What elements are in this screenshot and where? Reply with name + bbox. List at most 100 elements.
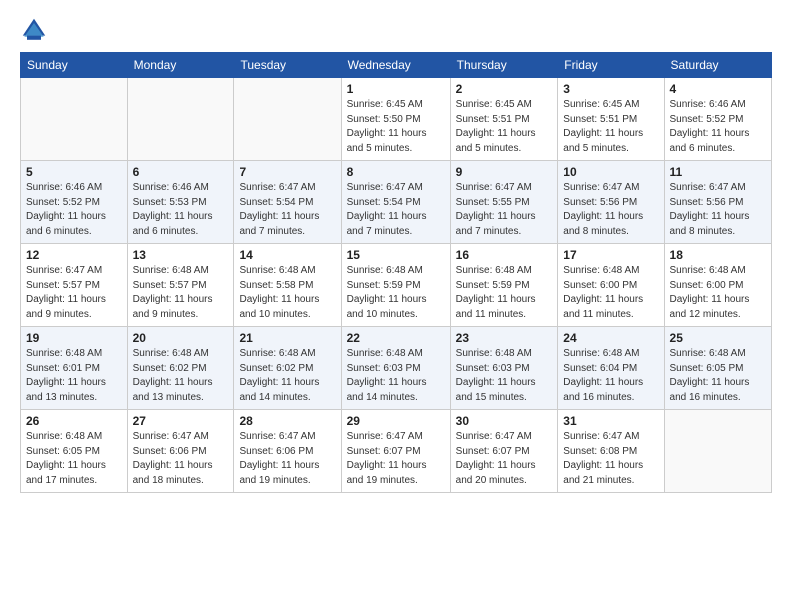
- calendar-cell: 26 Sunrise: 6:48 AM Sunset: 6:05 PM Dayli…: [21, 410, 128, 493]
- day-number: 23: [456, 331, 553, 345]
- day-info: Sunrise: 6:46 AM Sunset: 5:52 PM Dayligh…: [26, 181, 122, 239]
- day-number: 11: [670, 165, 766, 179]
- calendar-header-monday: Monday: [127, 53, 234, 78]
- day-info: Sunrise: 6:48 AM Sunset: 6:00 PM Dayligh…: [670, 264, 766, 322]
- day-number: 18: [670, 248, 766, 262]
- day-info: Sunrise: 6:47 AM Sunset: 6:08 PM Dayligh…: [563, 430, 658, 488]
- calendar-cell: 9 Sunrise: 6:47 AM Sunset: 5:55 PM Daylig…: [450, 161, 558, 244]
- day-info: Sunrise: 6:47 AM Sunset: 5:57 PM Dayligh…: [26, 264, 122, 322]
- day-number: 31: [563, 414, 658, 428]
- logo: [20, 16, 50, 44]
- day-info: Sunrise: 6:48 AM Sunset: 6:05 PM Dayligh…: [26, 430, 122, 488]
- calendar-header-tuesday: Tuesday: [234, 53, 341, 78]
- calendar-cell: 31 Sunrise: 6:47 AM Sunset: 6:08 PM Dayli…: [558, 410, 664, 493]
- calendar-week-row: 1 Sunrise: 6:45 AM Sunset: 5:50 PM Daylig…: [21, 78, 772, 161]
- calendar-header-wednesday: Wednesday: [341, 53, 450, 78]
- day-number: 15: [347, 248, 445, 262]
- day-info: Sunrise: 6:48 AM Sunset: 5:59 PM Dayligh…: [347, 264, 445, 322]
- day-info: Sunrise: 6:48 AM Sunset: 5:59 PM Dayligh…: [456, 264, 553, 322]
- day-number: 17: [563, 248, 658, 262]
- day-number: 16: [456, 248, 553, 262]
- calendar-cell: 24 Sunrise: 6:48 AM Sunset: 6:04 PM Dayli…: [558, 327, 664, 410]
- day-info: Sunrise: 6:47 AM Sunset: 5:55 PM Dayligh…: [456, 181, 553, 239]
- calendar-cell: 2Sunrise: 6:45 AM Sunset: 5:51 PM Daylig…: [450, 78, 558, 161]
- calendar-header-thursday: Thursday: [450, 53, 558, 78]
- day-info: Sunrise: 6:46 AM Sunset: 5:53 PM Dayligh…: [133, 181, 229, 239]
- day-number: 1: [347, 82, 445, 96]
- header: [20, 16, 772, 44]
- calendar-cell: 18 Sunrise: 6:48 AM Sunset: 6:00 PM Dayli…: [664, 244, 771, 327]
- calendar-week-row: 26 Sunrise: 6:48 AM Sunset: 6:05 PM Dayli…: [21, 410, 772, 493]
- day-info: Sunrise: 6:47 AM Sunset: 6:07 PM Dayligh…: [456, 430, 553, 488]
- day-number: 20: [133, 331, 229, 345]
- day-number: 4: [670, 82, 766, 96]
- calendar-header-row: SundayMondayTuesdayWednesdayThursdayFrid…: [21, 53, 772, 78]
- calendar-cell: 6 Sunrise: 6:46 AM Sunset: 5:53 PM Daylig…: [127, 161, 234, 244]
- day-number: 9: [456, 165, 553, 179]
- day-info: Sunrise: 6:47 AM Sunset: 6:06 PM Dayligh…: [239, 430, 335, 488]
- day-info: Sunrise: 6:46 AM Sunset: 5:52 PM Dayligh…: [670, 98, 766, 156]
- calendar-cell: 21Sunrise: 6:48 AM Sunset: 6:02 PM Dayli…: [234, 327, 341, 410]
- calendar-cell: [234, 78, 341, 161]
- day-number: 25: [670, 331, 766, 345]
- day-info: Sunrise: 6:48 AM Sunset: 5:57 PM Dayligh…: [133, 264, 229, 322]
- calendar-header-saturday: Saturday: [664, 53, 771, 78]
- day-number: 14: [239, 248, 335, 262]
- calendar-cell: 11 Sunrise: 6:47 AM Sunset: 5:56 PM Dayli…: [664, 161, 771, 244]
- calendar-cell: 30 Sunrise: 6:47 AM Sunset: 6:07 PM Dayli…: [450, 410, 558, 493]
- day-number: 13: [133, 248, 229, 262]
- day-number: 27: [133, 414, 229, 428]
- day-number: 5: [26, 165, 122, 179]
- day-number: 19: [26, 331, 122, 345]
- day-info: Sunrise: 6:47 AM Sunset: 5:56 PM Dayligh…: [563, 181, 658, 239]
- day-number: 24: [563, 331, 658, 345]
- day-number: 8: [347, 165, 445, 179]
- calendar-cell: 16 Sunrise: 6:48 AM Sunset: 5:59 PM Dayli…: [450, 244, 558, 327]
- day-number: 21: [239, 331, 335, 345]
- day-info: Sunrise: 6:48 AM Sunset: 6:03 PM Dayligh…: [456, 347, 553, 405]
- day-info: Sunrise: 6:48 AM Sunset: 5:58 PM Dayligh…: [239, 264, 335, 322]
- calendar-cell: 4 Sunrise: 6:46 AM Sunset: 5:52 PM Daylig…: [664, 78, 771, 161]
- calendar-cell: 28 Sunrise: 6:47 AM Sunset: 6:06 PM Dayli…: [234, 410, 341, 493]
- calendar-cell: 27Sunrise: 6:47 AM Sunset: 6:06 PM Dayli…: [127, 410, 234, 493]
- calendar-header-sunday: Sunday: [21, 53, 128, 78]
- calendar-cell: 3 Sunrise: 6:45 AM Sunset: 5:51 PM Daylig…: [558, 78, 664, 161]
- calendar-cell: 14 Sunrise: 6:48 AM Sunset: 5:58 PM Dayli…: [234, 244, 341, 327]
- day-info: Sunrise: 6:48 AM Sunset: 6:03 PM Dayligh…: [347, 347, 445, 405]
- day-info: Sunrise: 6:48 AM Sunset: 6:04 PM Dayligh…: [563, 347, 658, 405]
- day-number: 28: [239, 414, 335, 428]
- calendar-cell: 19 Sunrise: 6:48 AM Sunset: 6:01 PM Dayli…: [21, 327, 128, 410]
- calendar-cell: 20 Sunrise: 6:48 AM Sunset: 6:02 PM Dayli…: [127, 327, 234, 410]
- day-info: Sunrise: 6:47 AM Sunset: 5:54 PM Dayligh…: [347, 181, 445, 239]
- calendar-week-row: 5 Sunrise: 6:46 AM Sunset: 5:52 PM Daylig…: [21, 161, 772, 244]
- calendar-cell: 13 Sunrise: 6:48 AM Sunset: 5:57 PM Dayli…: [127, 244, 234, 327]
- calendar-cell: [664, 410, 771, 493]
- calendar-week-row: 12Sunrise: 6:47 AM Sunset: 5:57 PM Dayli…: [21, 244, 772, 327]
- calendar-cell: 1 Sunrise: 6:45 AM Sunset: 5:50 PM Daylig…: [341, 78, 450, 161]
- day-number: 22: [347, 331, 445, 345]
- calendar-cell: 12Sunrise: 6:47 AM Sunset: 5:57 PM Dayli…: [21, 244, 128, 327]
- day-number: 26: [26, 414, 122, 428]
- day-info: Sunrise: 6:47 AM Sunset: 5:56 PM Dayligh…: [670, 181, 766, 239]
- day-info: Sunrise: 6:48 AM Sunset: 6:05 PM Dayligh…: [670, 347, 766, 405]
- day-info: Sunrise: 6:45 AM Sunset: 5:51 PM Dayligh…: [563, 98, 658, 156]
- day-info: Sunrise: 6:48 AM Sunset: 6:00 PM Dayligh…: [563, 264, 658, 322]
- calendar-cell: [127, 78, 234, 161]
- day-number: 3: [563, 82, 658, 96]
- calendar-cell: 15 Sunrise: 6:48 AM Sunset: 5:59 PM Dayli…: [341, 244, 450, 327]
- calendar-cell: 7Sunrise: 6:47 AM Sunset: 5:54 PM Daylig…: [234, 161, 341, 244]
- day-info: Sunrise: 6:48 AM Sunset: 6:02 PM Dayligh…: [133, 347, 229, 405]
- calendar-cell: 22 Sunrise: 6:48 AM Sunset: 6:03 PM Dayli…: [341, 327, 450, 410]
- day-number: 29: [347, 414, 445, 428]
- calendar-header-friday: Friday: [558, 53, 664, 78]
- day-info: Sunrise: 6:45 AM Sunset: 5:50 PM Dayligh…: [347, 98, 445, 156]
- day-number: 30: [456, 414, 553, 428]
- calendar-cell: 10Sunrise: 6:47 AM Sunset: 5:56 PM Dayli…: [558, 161, 664, 244]
- day-number: 6: [133, 165, 229, 179]
- day-info: Sunrise: 6:48 AM Sunset: 6:01 PM Dayligh…: [26, 347, 122, 405]
- calendar-cell: [21, 78, 128, 161]
- page: SundayMondayTuesdayWednesdayThursdayFrid…: [0, 0, 792, 612]
- day-info: Sunrise: 6:47 AM Sunset: 6:07 PM Dayligh…: [347, 430, 445, 488]
- calendar-cell: 17 Sunrise: 6:48 AM Sunset: 6:00 PM Dayli…: [558, 244, 664, 327]
- day-info: Sunrise: 6:47 AM Sunset: 5:54 PM Dayligh…: [239, 181, 335, 239]
